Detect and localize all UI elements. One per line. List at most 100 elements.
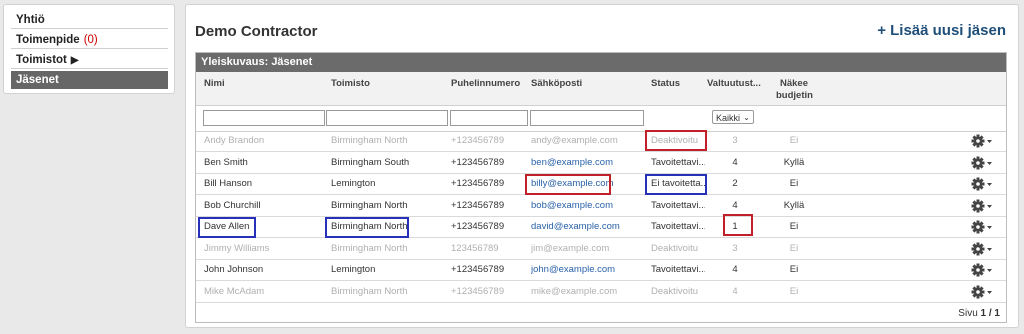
name-cell: Andy Brandon — [204, 135, 265, 146]
email-filter-input[interactable] — [530, 110, 644, 126]
gear-icon[interactable] — [970, 133, 994, 149]
authorization-cell: 1 — [732, 221, 738, 232]
status-cell: Ei tavoitetta... — [651, 178, 705, 189]
authorization-cell: 3 — [732, 242, 738, 254]
office-cell: Birmingham North — [331, 135, 408, 146]
email-cell[interactable]: andy@example.com — [531, 131, 643, 151]
office-cell: Lemington — [331, 178, 376, 189]
authorization-cell: 4 — [732, 156, 738, 168]
status-cell: Tavoitettavi... — [651, 221, 705, 232]
page-title: Demo Contractor — [195, 23, 318, 40]
authorization-cell: 2 — [732, 178, 738, 189]
office-cell: Birmingham South — [331, 156, 410, 168]
sees-budget-cell: Ei — [789, 221, 799, 232]
sees-budget-cell: Kyllä — [783, 156, 805, 168]
gear-icon[interactable] — [970, 198, 994, 214]
name-cell: Bill Hanson — [204, 178, 253, 189]
gear-icon[interactable] — [970, 241, 994, 257]
table-row[interactable]: Andy Brandon Birmingham North +123456789 an… — [196, 131, 1006, 152]
email-cell[interactable]: mike@example.com — [531, 282, 643, 302]
sidebar-item-toimistot[interactable]: Toimistot ▶ — [11, 51, 168, 69]
column-header-sees: Näkee — [780, 78, 808, 89]
table-row[interactable]: Jimmy Williams Birmingham North 123456789 j… — [196, 239, 1006, 260]
phone-cell: +123456789 — [451, 178, 505, 189]
sidebar-item-toimenpide[interactable]: Toimenpide (0) — [11, 31, 168, 49]
sees-budget-cell: Ei — [789, 178, 799, 189]
office-cell: Birmingham North — [331, 199, 408, 211]
column-header-phone[interactable]: Puhelinnumero — [451, 78, 520, 90]
sees-budget-cell: Ei — [789, 285, 799, 297]
status-cell: Deaktivoitu — [651, 285, 698, 297]
table-row[interactable]: Bill Hanson Lemington +123456789 billy@exam… — [196, 174, 1006, 195]
gear-icon[interactable] — [970, 155, 994, 171]
table-row[interactable]: John Johnson Lemington +123456789 john@exam… — [196, 260, 1006, 281]
add-member-link[interactable]: + Lisää uusi jäsen — [877, 22, 1006, 39]
authorization-cell: 4 — [732, 199, 738, 211]
phone-filter-input[interactable] — [450, 110, 528, 126]
column-header-status[interactable]: Status — [651, 78, 680, 90]
column-header-email[interactable]: Sähköposti — [531, 78, 582, 90]
status-cell: Tavoitettavi... — [651, 264, 705, 275]
sidebar-item-label: Yhtiö — [16, 14, 45, 26]
column-header-authorization[interactable]: Valtuutust... — [707, 78, 761, 90]
pager-label: Sivu — [958, 308, 978, 319]
sidebar-item-label: Toimistot — [16, 54, 67, 66]
sidebar-item-label: Jäsenet — [16, 74, 59, 86]
expand-arrow-icon: ▶ — [70, 55, 79, 66]
sees-budget-cell: Ei — [789, 242, 799, 254]
status-cell: Tavoitettavi... — [651, 199, 705, 211]
email-cell[interactable]: john@example.com — [531, 260, 643, 280]
office-cell: Lemington — [331, 264, 376, 275]
email-cell[interactable]: ben@example.com — [531, 153, 643, 173]
email-cell[interactable]: billy@example.com — [531, 174, 643, 194]
filter-row: Kaikki ⌄ — [196, 106, 1006, 132]
table-row[interactable]: Mike McAdam Birmingham North +123456789 mik… — [196, 282, 1006, 303]
sees-budget-cell: Ei — [789, 135, 799, 146]
name-cell: John Johnson — [204, 264, 264, 275]
phone-cell: +123456789 — [451, 135, 505, 146]
phone-cell: +123456789 — [451, 199, 505, 211]
chevron-down-icon: ⌄ — [743, 113, 750, 122]
name-cell: Bob Churchill — [204, 199, 261, 211]
members-table: Yleiskuvaus: Jäsenet Nimi Toimisto Puhel… — [195, 52, 1007, 323]
phone-cell: 123456789 — [451, 242, 499, 254]
name-filter-input[interactable] — [203, 110, 325, 126]
name-cell: Mike McAdam — [204, 285, 265, 297]
column-header-budget: budjetin — [776, 90, 813, 101]
column-header-name[interactable]: Nimi — [204, 78, 225, 90]
phone-cell: +123456789 — [451, 264, 505, 275]
main-panel: Demo Contractor + Lisää uusi jäsen Yleis… — [185, 4, 1019, 328]
sees-budget-cell: Ei — [789, 264, 799, 275]
column-header-sees-budget[interactable]: Näkee budjetin — [776, 78, 813, 102]
status-cell: Deaktivoitu — [651, 242, 698, 254]
sidebar-item-yhtio[interactable]: Yhtiö — [11, 11, 168, 29]
table-row[interactable]: Dave Allen Birmingham North +123456789 davi… — [196, 217, 1006, 238]
office-cell: Birmingham North — [331, 221, 408, 232]
sidebar: Yhtiö Toimenpide (0) Toimistot ▶ Jäsenet — [3, 4, 175, 94]
column-header-row: Nimi Toimisto Puhelinnumero Sähköposti S… — [196, 72, 1006, 106]
gear-icon[interactable] — [970, 219, 994, 235]
status-cell: Deaktivoitu — [651, 135, 698, 146]
count-badge: (0) — [83, 34, 98, 46]
table-row[interactable]: Ben Smith Birmingham South +123456789 ben@e… — [196, 153, 1006, 174]
office-filter-input[interactable] — [326, 110, 448, 126]
email-cell[interactable]: jim@example.com — [531, 239, 643, 259]
authorization-filter-select[interactable]: Kaikki ⌄ — [712, 110, 754, 124]
pagination: Sivu 1 / 1 — [958, 308, 1000, 319]
select-value: Kaikki — [716, 113, 741, 123]
email-cell[interactable]: david@example.com — [531, 217, 643, 237]
phone-cell: +123456789 — [451, 156, 505, 168]
phone-cell: +123456789 — [451, 221, 505, 232]
column-header-office[interactable]: Toimisto — [331, 78, 370, 90]
email-cell[interactable]: bob@example.com — [531, 196, 643, 216]
sidebar-item-label: Toimenpide — [16, 34, 80, 46]
table-row[interactable]: Bob Churchill Birmingham North +123456789 b… — [196, 196, 1006, 217]
gear-icon[interactable] — [970, 284, 994, 300]
name-cell: Jimmy Williams — [204, 242, 270, 254]
gear-icon[interactable] — [970, 262, 994, 278]
authorization-cell: 3 — [732, 135, 738, 146]
sidebar-item-jasenet[interactable]: Jäsenet — [11, 71, 168, 89]
authorization-cell: 4 — [732, 264, 738, 275]
phone-cell: +123456789 — [451, 285, 505, 297]
gear-icon[interactable] — [970, 176, 994, 192]
